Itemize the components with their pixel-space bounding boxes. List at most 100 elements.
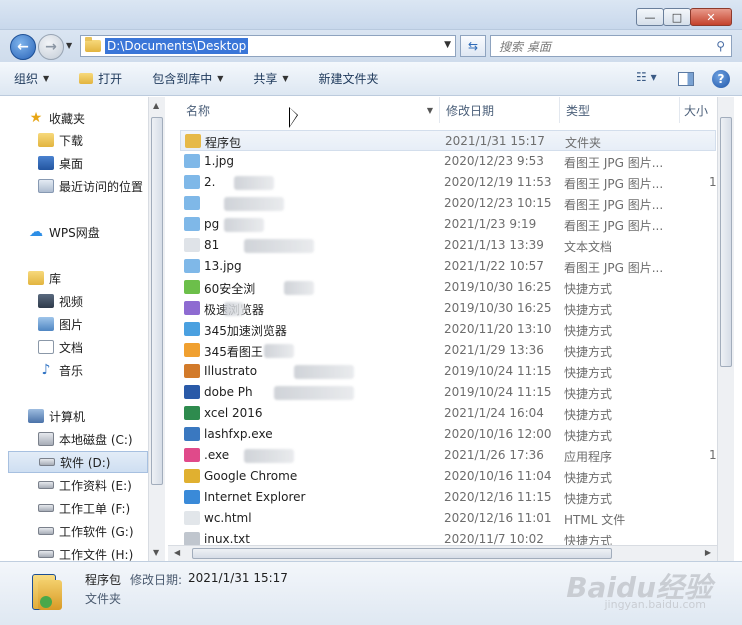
file-type: 看图王 JPG 图片...	[564, 198, 664, 212]
picture-icon	[38, 317, 54, 331]
include-label: 包含到库中	[152, 72, 213, 86]
nav-favorites[interactable]: ★ 收藏夹	[8, 107, 148, 129]
scroll-down-icon[interactable]: ▼	[153, 548, 159, 557]
recent-pages-chevron-down-icon[interactable]: ▼	[66, 41, 72, 50]
drive-icon	[38, 504, 54, 512]
file-row[interactable]: lashfxp.exe 2020/10/16 12:00 快捷方式	[180, 424, 716, 445]
file-row[interactable]: 345加速浏览器 2020/11/20 13:10 快捷方式	[180, 319, 716, 340]
nav-drive-d[interactable]: 软件 (D:)	[8, 451, 148, 473]
scroll-right-icon[interactable]: ▶	[705, 548, 711, 557]
file-row[interactable]: 2. 2020/12/19 11:53 看图王 JPG 图片... 1	[180, 172, 717, 193]
hscroll-thumb[interactable]	[192, 548, 612, 559]
file-name: pg	[204, 217, 220, 231]
file-row[interactable]: 程序包 2021/1/31 15:17 文件夹	[180, 130, 716, 151]
nav-label: 库	[49, 271, 62, 286]
help-icon[interactable]: ?	[712, 70, 730, 88]
file-name: wc.html	[204, 511, 252, 525]
file-date: 2019/10/24 11:15	[444, 364, 552, 378]
file-row[interactable]: 345看图王 2021/1/29 13:36 快捷方式	[180, 340, 716, 361]
column-name[interactable]: 名称 ▼	[168, 97, 440, 123]
open-button[interactable]: 打开	[79, 70, 122, 87]
nav-drive-f[interactable]: 工作工单 (F:)	[8, 497, 148, 519]
file-row[interactable]: Google Chrome 2020/10/16 11:04 快捷方式	[180, 466, 716, 487]
address-path[interactable]: D:\Documents\Desktop	[105, 38, 249, 54]
nav-music[interactable]: ♪ 音乐	[8, 359, 148, 381]
minimize-button[interactable]: —	[636, 8, 664, 26]
forward-button[interactable]: →	[38, 34, 64, 60]
new-folder-button[interactable]: 新建文件夹	[319, 70, 379, 87]
file-row[interactable]: 极速浏览器2019/10/30 16:25快捷方式	[180, 298, 716, 319]
nav-drive-e[interactable]: 工作资料 (E:)	[8, 474, 148, 496]
file-type: 快捷方式	[564, 429, 613, 443]
column-date[interactable]: 修改日期	[440, 97, 560, 123]
nav-scrollbar[interactable]: ▲ ▼	[148, 97, 165, 561]
file-icon	[184, 343, 200, 357]
nav-drive-h[interactable]: 工作文件 (H:)	[8, 543, 148, 561]
nav-label: 工作软件 (G:)	[59, 524, 134, 539]
file-date: 2020/10/16 12:00	[444, 427, 552, 441]
file-row[interactable]: Illustrato 2019/10/24 11:15 快捷方式	[180, 361, 716, 382]
nav-drive-g[interactable]: 工作软件 (G:)	[8, 520, 148, 542]
file-type: 文本文档	[564, 240, 613, 254]
file-date: 2019/10/24 11:15	[444, 385, 552, 399]
file-row[interactable]: 1.jpg 2020/12/23 9:53 看图王 JPG 图片...	[180, 151, 716, 172]
list-vertical-scrollbar[interactable]	[717, 97, 734, 561]
maximize-button[interactable]: □	[663, 8, 691, 26]
search-icon[interactable]: ⚲	[716, 39, 725, 53]
address-bar[interactable]: D:\Documents\Desktop ▼	[80, 35, 456, 57]
refresh-button[interactable]: ⇆	[460, 35, 486, 57]
nav-scroll-thumb[interactable]	[151, 117, 163, 485]
file-row[interactable]: pg 2021/1/23 9:19 看图王 JPG 图片...	[180, 214, 716, 235]
file-type: 快捷方式	[564, 408, 613, 422]
file-row[interactable]: 2020/12/23 10:15 看图王 JPG 图片...	[180, 193, 716, 214]
back-button[interactable]: ←	[10, 34, 36, 60]
file-row[interactable]: xcel 2016 2021/1/24 16:04 快捷方式	[180, 403, 716, 424]
scroll-up-icon[interactable]: ▲	[153, 101, 159, 110]
nav-recent[interactable]: 最近访问的位置	[8, 175, 148, 197]
nav-pictures[interactable]: 图片	[8, 313, 148, 335]
nav-desktop[interactable]: 桌面	[8, 152, 148, 174]
file-row[interactable]: .exe2021/1/26 17:36应用程序1,6	[180, 445, 728, 466]
column-type[interactable]: 类型	[560, 97, 680, 123]
nav-wps-cloud[interactable]: ☁ WPS网盘	[8, 221, 148, 243]
redaction-blur	[224, 197, 284, 211]
nav-library[interactable]: 库	[8, 267, 148, 289]
mouse-cursor-highlight	[290, 108, 297, 126]
file-date: 2021/1/22 10:57	[444, 259, 544, 273]
file-row[interactable]: wc.html 2020/12/16 11:01 HTML 文件	[180, 508, 716, 529]
search-input[interactable]: 搜索 桌面 ⚲	[490, 35, 732, 57]
file-date: 2020/12/16 11:01	[444, 511, 552, 525]
address-chevron-down-icon[interactable]: ▼	[444, 40, 451, 50]
details-date-label: 修改日期:	[130, 573, 183, 587]
redaction-blur	[294, 365, 354, 379]
nav-label: 视频	[59, 294, 84, 309]
file-name: Google Chrome	[204, 469, 298, 483]
list-horizontal-scrollbar[interactable]: ◀ ▶	[168, 545, 717, 561]
nav-documents[interactable]: 文档	[8, 336, 148, 358]
scroll-left-icon[interactable]: ◀	[174, 548, 180, 557]
chevron-down-icon[interactable]: ▼	[427, 106, 433, 115]
preview-pane-icon[interactable]	[678, 72, 694, 86]
file-name: 345看图王	[204, 345, 263, 359]
command-bar: 组织 ▼ 打开 包含到库中 ▼ 共享 ▼ 新建文件夹 ☷ ▾ ?	[0, 62, 742, 96]
redaction-blur	[224, 302, 244, 316]
nav-video[interactable]: 视频	[8, 290, 148, 312]
nav-downloads[interactable]: 下载	[8, 129, 148, 151]
file-date: 2020/12/19 11:53	[444, 175, 552, 189]
file-row[interactable]: Internet Explorer 2020/12/16 11:15 快捷方式	[180, 487, 716, 508]
file-row[interactable]: dobe Ph 2019/10/24 11:15 快捷方式	[180, 382, 716, 403]
close-button[interactable]: ✕	[690, 8, 732, 26]
file-row[interactable]: 81 2021/1/13 13:39 文本文档	[180, 235, 716, 256]
share-button[interactable]: 共享 ▼	[253, 70, 288, 87]
file-row[interactable]: 60安全浏 2019/10/30 16:25 快捷方式	[180, 277, 716, 298]
organize-button[interactable]: 组织 ▼	[14, 70, 49, 87]
nav-label: 下载	[59, 133, 84, 148]
drive-icon	[38, 481, 54, 489]
views-grid-icon[interactable]: ☷ ▾	[636, 70, 662, 88]
nav-drive-c[interactable]: 本地磁盘 (C:)	[8, 428, 148, 450]
include-in-library-button[interactable]: 包含到库中 ▼	[152, 70, 223, 87]
nav-computer[interactable]: 计算机	[8, 405, 148, 427]
file-name: dobe Ph	[204, 385, 253, 399]
file-row[interactable]: 13.jpg 2021/1/22 10:57 看图王 JPG 图片...	[180, 256, 716, 277]
list-scroll-thumb[interactable]	[720, 117, 732, 367]
